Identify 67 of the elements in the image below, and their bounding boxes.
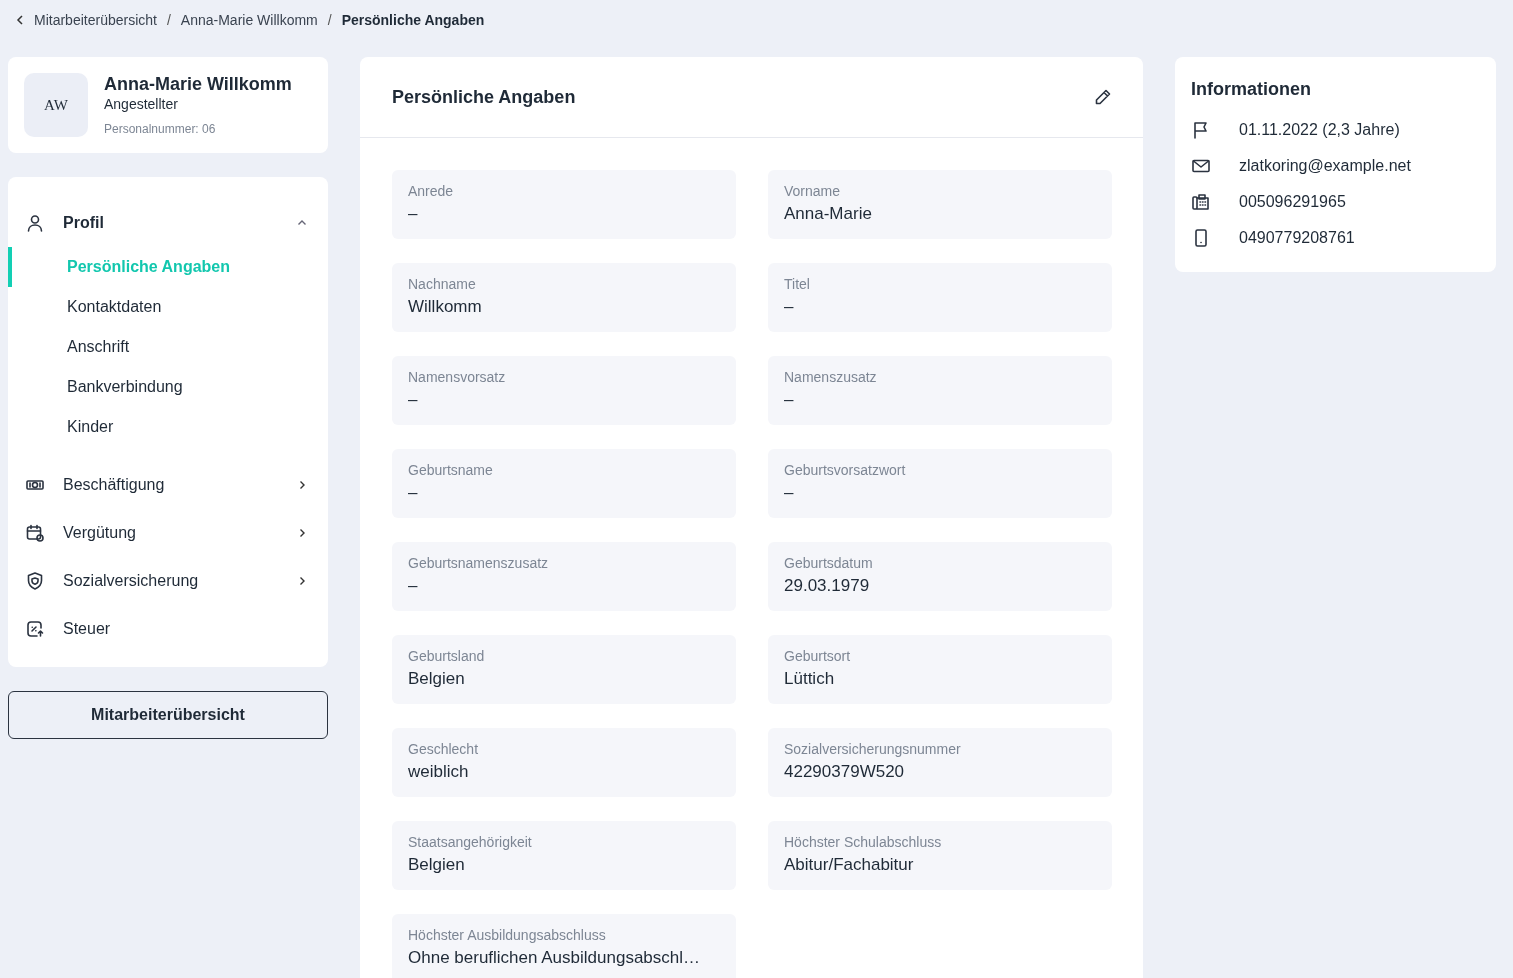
field-label: Sozialversicherungsnummer (784, 741, 962, 757)
shield-icon (25, 571, 45, 591)
field-label: Geburtsdatum (784, 555, 874, 571)
avatar-initials: AW (44, 96, 68, 114)
info-title: Informationen (1191, 79, 1312, 100)
field-label: Anrede (408, 183, 455, 199)
employee-name: Anna-Marie Willkomm (104, 74, 292, 95)
field-label: Nachname (408, 276, 477, 292)
nav-item[interactable]: Vergütung (8, 509, 328, 557)
nav-item[interactable]: Sozialversicherung (8, 557, 328, 605)
field-label: Höchster Ausbildungsabschluss (408, 927, 607, 943)
field-label: Namensvorsatz (408, 369, 507, 385)
employee-overview-button[interactable]: Mitarbeiterübersicht (8, 691, 328, 739)
field-value: 42290379W520 (784, 762, 906, 782)
field-value: Ohne beruflichen Ausbildungsabschl… (408, 948, 702, 968)
person-icon (25, 213, 45, 233)
field-value: Anna-Marie (784, 204, 873, 224)
back-chevron-icon[interactable] (14, 14, 26, 26)
field-value: Willkomm (408, 297, 483, 317)
field-label: Staatsangehörigkeit (408, 834, 533, 850)
desk-phone-icon (1191, 192, 1211, 212)
pencil-icon (1093, 87, 1113, 107)
personnel-number-label: Personalnummer: (104, 122, 199, 136)
field-label: Titel (784, 276, 811, 292)
breadcrumb-link[interactable]: Anna-Marie Willkomm (180, 12, 318, 28)
field-value: Abitur/Fachabitur (784, 855, 915, 875)
personnel-number: 06 (202, 122, 216, 136)
field-value: – (408, 483, 419, 503)
info-text: 0490779208761 (1239, 229, 1355, 247)
nav-subitem[interactable]: Kinder (8, 407, 328, 447)
field-label: Geburtsnamenszusatz (408, 555, 550, 571)
breadcrumb-link[interactable]: Mitarbeiterübersicht (34, 12, 157, 28)
field-label: Geburtsland (408, 648, 486, 664)
info-text: 01.11.2022 (2,3 Jahre) (1239, 121, 1400, 139)
info-text: 005096291965 (1239, 193, 1346, 211)
field-label: Geburtsname (408, 462, 494, 478)
field-value: Belgien (408, 855, 466, 875)
breadcrumb-separator: / (166, 12, 171, 28)
field-label: Geburtsort (784, 648, 852, 664)
field-label: Vorname (784, 183, 842, 199)
field-value: Belgien (408, 669, 466, 689)
nav-item[interactable]: Profil (8, 199, 328, 247)
field-label: Namenszusatz (784, 369, 878, 385)
panel-title: Persönliche Angaben (392, 86, 576, 108)
field-value: weiblich (408, 762, 470, 782)
field-value: – (784, 390, 795, 410)
field-value: 29.03.1979 (784, 576, 871, 596)
nav-subitem[interactable]: Bankverbindung (8, 367, 328, 407)
breadcrumb-separator: / (327, 12, 332, 28)
field-value: – (408, 204, 419, 224)
field-label: Geschlecht (408, 741, 480, 757)
field-value: Lüttich (784, 669, 836, 689)
nav-item[interactable]: Beschäftigung (8, 461, 328, 509)
field-value: – (784, 297, 795, 317)
field-label: Geburtsvorsatzwort (784, 462, 907, 478)
breadcrumb-link[interactable]: Persönliche Angaben (341, 12, 485, 28)
info-text: zlatkoring@example.net (1239, 157, 1411, 175)
field-value: – (408, 390, 419, 410)
field-label: Höchster Schulabschluss (784, 834, 943, 850)
field-value: – (784, 483, 795, 503)
nav-subitem[interactable]: Kontaktdaten (8, 287, 328, 327)
calendar-clock-icon (25, 523, 45, 543)
field-value: – (408, 576, 419, 596)
tax-icon (25, 619, 45, 639)
nav-subitem[interactable]: Anschrift (8, 327, 328, 367)
employee-role: Angestellter (104, 96, 179, 112)
nav-item[interactable]: Steuer (8, 605, 328, 653)
